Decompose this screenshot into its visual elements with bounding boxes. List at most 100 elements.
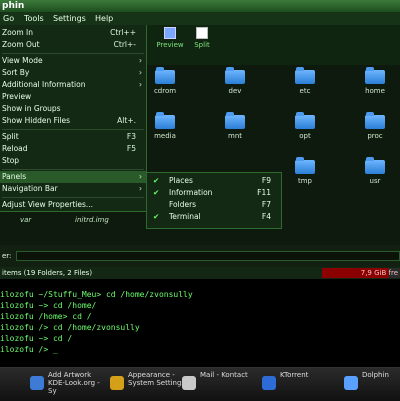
folder-label: cdrom (153, 87, 177, 95)
settings-icon (110, 376, 124, 390)
menu-item-stop[interactable]: Stop (0, 155, 146, 167)
menu-item-adjust-view-properties[interactable]: Adjust View Properties... (0, 199, 146, 211)
menu-separator (2, 197, 144, 198)
menu-item-view-mode[interactable]: View Mode › (0, 55, 146, 67)
menu-item-zoom-out[interactable]: Zoom Out Ctrl+- (0, 39, 146, 51)
task-add-artwork[interactable]: Add Artwork KDE-Look.org - Sy (30, 371, 100, 399)
split-button[interactable]: Split (184, 27, 220, 49)
menu-item-label: Zoom In (2, 28, 33, 37)
folder-mnt[interactable]: mnt (210, 112, 260, 140)
menu-item-navigation-bar[interactable]: Navigation Bar › (0, 183, 146, 195)
folder-icon (295, 67, 315, 84)
folder-proc[interactable]: proc (350, 112, 400, 140)
menu-item-shortcut: F5 (126, 144, 136, 153)
terminal-panel[interactable]: ilozofu ~/Stuffu_Meu> cd /home/zvonsully… (0, 279, 400, 367)
preview-button[interactable]: Preview (152, 27, 188, 49)
chevron-right-icon: › (139, 68, 142, 77)
chevron-right-icon: › (139, 184, 142, 193)
checkmark-icon: ✔ (153, 212, 160, 221)
submenu-item-folders[interactable]: Folders F7 (147, 199, 281, 211)
window-title-bar: phin (0, 0, 400, 12)
checkmark-icon: ✔ (153, 188, 160, 197)
terminal-line: ilozofu ~> cd /home/ (0, 301, 97, 310)
folder-tmp[interactable]: tmp (280, 157, 330, 185)
task-kontact[interactable]: Mail - Kontact (182, 371, 252, 399)
menu-item-shortcut: Ctrl+- (113, 40, 136, 49)
preview-icon (164, 27, 176, 39)
menu-item-label: Adjust View Properties... (2, 200, 94, 209)
folder-label: home (365, 87, 385, 95)
submenu-item-information[interactable]: ✔ Information F11 (147, 187, 281, 199)
submenu-item-shortcut: F9 (261, 176, 271, 185)
menu-item-reload[interactable]: Reload F5 (0, 143, 146, 155)
task-appearance[interactable]: Appearance - System Settings (110, 371, 190, 399)
menu-item-preview[interactable]: Preview (0, 91, 146, 103)
menu-item-split[interactable]: Split F3 (0, 131, 146, 143)
menu-item-sort-by[interactable]: Sort By › (0, 67, 146, 79)
filter-label: er: (2, 252, 12, 260)
menu-go[interactable]: Go (3, 12, 14, 25)
submenu-item-terminal[interactable]: ✔ Terminal F4 (147, 211, 281, 223)
browser-icon (30, 376, 44, 390)
terminal-line: ilozofu /> _ (0, 345, 58, 354)
panels-submenu: ✔ Places F9 ✔ Information F11 Folders F7… (146, 172, 282, 229)
status-bar: items (19 Folders, 2 Files) 7,9 GiB fre (0, 267, 400, 279)
submenu-item-places[interactable]: ✔ Places F9 (147, 175, 281, 187)
folder-icon (225, 112, 245, 129)
preview-label: Preview (156, 41, 184, 49)
menu-bar: Go Tools Settings Help (0, 12, 400, 25)
submenu-item-label: Terminal (169, 212, 201, 221)
menu-separator (2, 169, 144, 170)
window-title: phin (2, 1, 25, 11)
folder-icon (344, 376, 358, 390)
chevron-right-icon: › (139, 80, 142, 89)
menu-help[interactable]: Help (95, 12, 113, 25)
submenu-item-shortcut: F11 (257, 188, 271, 197)
terminal-line: ilozofu ~/Stuffu_Meu> cd /home/zvonsully (0, 290, 193, 299)
menu-item-show-in-groups[interactable]: Show in Groups (0, 103, 146, 115)
folder-icon (155, 67, 175, 84)
menu-item-label: Zoom Out (2, 40, 40, 49)
task-ktorrent[interactable]: KTorrent (262, 371, 332, 399)
menu-item-shortcut: F3 (126, 132, 136, 141)
folder-usr[interactable]: usr (350, 157, 400, 185)
terminal-line: ilozofu ~> cd / (0, 334, 73, 343)
menu-item-zoom-in[interactable]: Zoom In Ctrl++ (0, 27, 146, 39)
submenu-item-shortcut: F7 (261, 200, 271, 209)
menu-item-label: Show Hidden Files (2, 116, 71, 125)
folder-opt[interactable]: opt (280, 112, 330, 140)
folder-label: media (154, 132, 176, 140)
menu-separator (2, 129, 144, 130)
menu-item-show-hidden-files[interactable]: Show Hidden Files Alt+. (0, 115, 146, 127)
menu-settings[interactable]: Settings (53, 12, 86, 25)
chevron-right-icon: › (139, 56, 142, 65)
menu-item-label: Show in Groups (2, 104, 61, 113)
status-items: items (19 Folders, 2 Files) (2, 269, 93, 277)
folder-label: mnt (228, 132, 242, 140)
menu-tools[interactable]: Tools (24, 12, 44, 25)
folder-label: dev (228, 87, 242, 95)
task-dolphin[interactable]: Dolphin (344, 371, 400, 399)
folder-media[interactable]: media (140, 112, 190, 140)
file-var[interactable]: var (20, 216, 31, 224)
submenu-item-shortcut: F4 (261, 212, 271, 221)
task-label: Add Artwork KDE-Look.org - Sy (48, 371, 100, 395)
menu-item-label: Additional Information (2, 80, 86, 89)
menu-item-label: Panels (2, 172, 27, 181)
folder-label: etc (299, 87, 311, 95)
menu-item-panels[interactable]: Panels › (0, 171, 146, 183)
submenu-item-label: Folders (169, 200, 197, 209)
file-initrd[interactable]: initrd.img (75, 216, 109, 224)
terminal-line: ilozofu /> cd /home/zvonsully (0, 323, 140, 332)
folder-cdrom[interactable]: cdrom (140, 67, 190, 95)
menu-item-additional-information[interactable]: Additional Information › (0, 79, 146, 91)
menu-item-label: Split (2, 132, 19, 141)
folder-dev[interactable]: dev (210, 67, 260, 95)
folder-etc[interactable]: etc (280, 67, 330, 95)
folder-label: proc (367, 132, 383, 140)
menu-item-label: Reload (2, 144, 28, 153)
filter-input[interactable] (16, 251, 400, 261)
menu-item-label: Sort By (2, 68, 30, 77)
submenu-item-label: Information (169, 188, 213, 197)
folder-home[interactable]: home (350, 67, 400, 95)
